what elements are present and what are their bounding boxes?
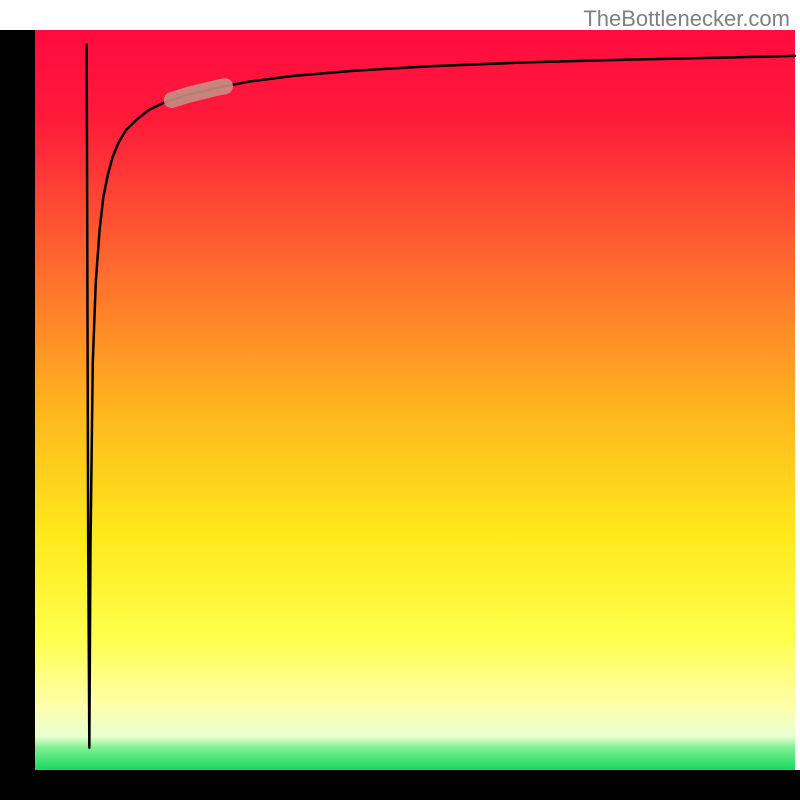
plot-background (35, 30, 795, 770)
chart-svg (0, 0, 800, 800)
watermark-text: TheBottlenecker.com (583, 6, 790, 32)
y-axis-band (0, 30, 35, 800)
x-axis-band (0, 770, 800, 800)
chart-container: TheBottlenecker.com (0, 0, 800, 800)
